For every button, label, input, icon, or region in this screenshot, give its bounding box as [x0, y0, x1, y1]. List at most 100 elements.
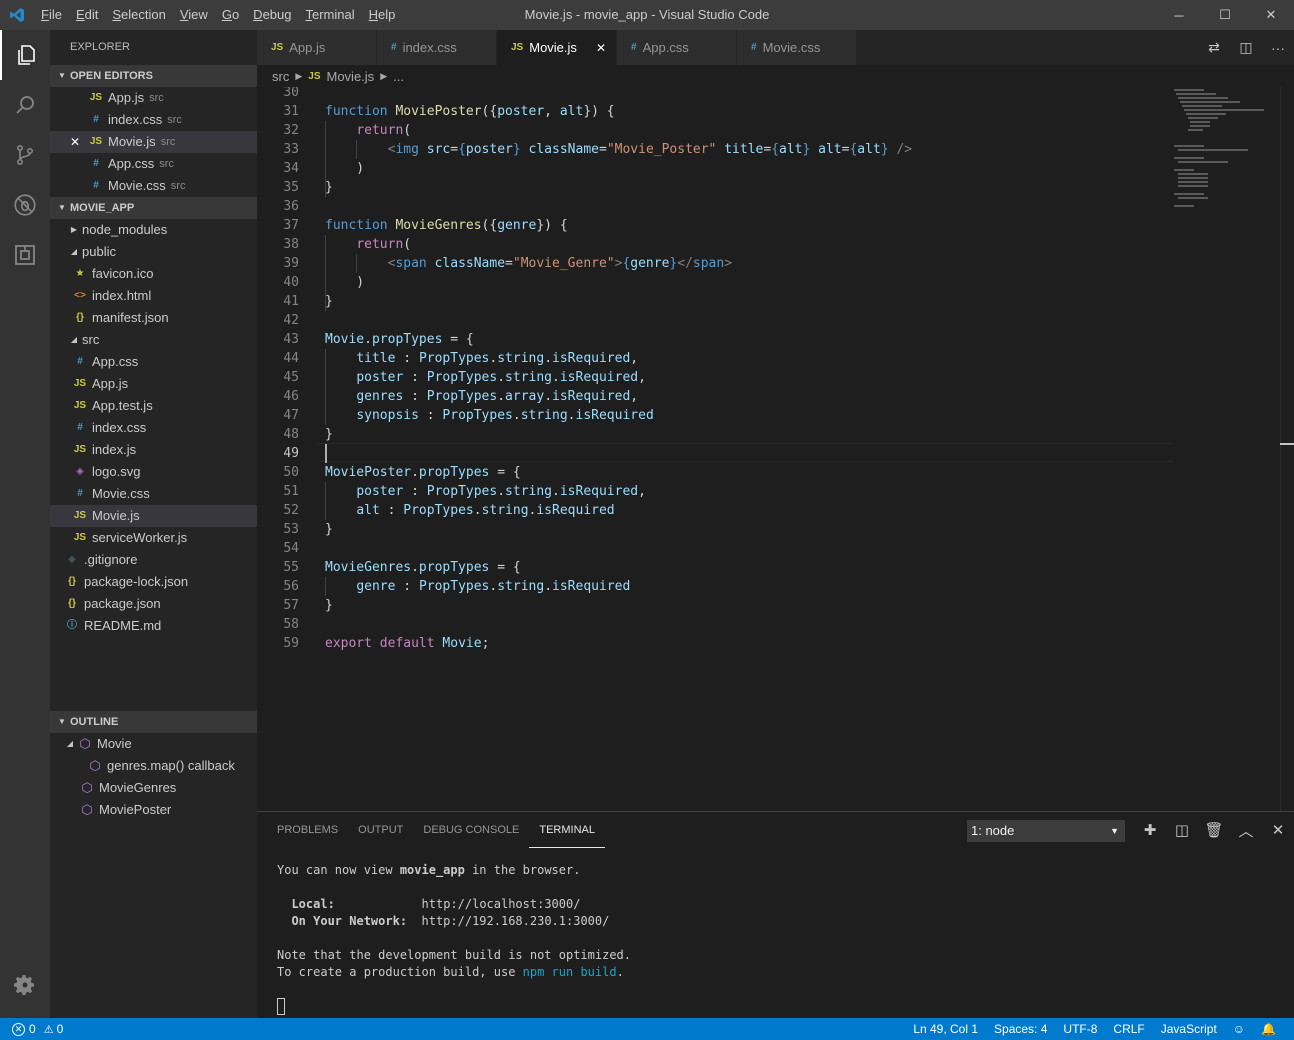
- feedback-icon[interactable]: ☺: [1225, 1018, 1253, 1040]
- line-number: 41: [283, 294, 299, 309]
- file-item[interactable]: {} package.json: [50, 593, 257, 615]
- tab-app-js[interactable]: JS App.js: [257, 30, 377, 65]
- code-editor[interactable]: 30 31 function MoviePoster({poster, alt})…: [257, 87, 1294, 811]
- file-item[interactable]: JS serviceWorker.js: [50, 527, 257, 549]
- file-item[interactable]: {} package-lock.json: [50, 571, 257, 593]
- css-file-icon: #: [93, 180, 99, 191]
- activity-bar: [0, 30, 50, 1018]
- code-line: 33 <img src={poster} className="Movie_Po…: [257, 140, 1177, 159]
- menu-go[interactable]: Go: [215, 0, 246, 30]
- code-line: 48}: [257, 425, 1177, 444]
- js-file-icon: JS: [73, 378, 87, 389]
- project-header[interactable]: ▼ MOVIE_APP: [50, 197, 257, 219]
- source-control-icon[interactable]: [0, 130, 50, 180]
- menu-view[interactable]: View: [173, 0, 215, 30]
- encoding[interactable]: UTF-8: [1055, 1018, 1105, 1040]
- file-item[interactable]: # index.css: [50, 417, 257, 439]
- outline-item[interactable]: ◢ ⬡ Movie: [50, 733, 257, 755]
- tab-terminal[interactable]: TERMINAL: [529, 812, 605, 848]
- minimap[interactable]: [1174, 87, 1274, 217]
- file-item[interactable]: JS App.js: [50, 373, 257, 395]
- tab-output[interactable]: OUTPUT: [348, 812, 413, 848]
- maximize-button[interactable]: ☐: [1202, 0, 1248, 30]
- menu-selection[interactable]: Selection: [105, 0, 172, 30]
- open-editor-item[interactable]: JS App.js src: [50, 87, 257, 109]
- tab-movie-js[interactable]: JS Movie.js ✕: [497, 30, 617, 65]
- outline-header[interactable]: ▼ OUTLINE: [50, 711, 257, 733]
- close-icon[interactable]: ✕: [70, 131, 88, 153]
- open-editors-header[interactable]: ▼ OPEN EDITORS: [50, 65, 257, 87]
- minimize-button[interactable]: ─: [1156, 0, 1202, 30]
- menu-help[interactable]: Help: [362, 0, 403, 30]
- code-line: 45 poster : PropTypes.string.isRequired,: [257, 368, 1177, 387]
- tab-movie-css[interactable]: # Movie.css: [737, 30, 857, 65]
- code-line: 47 synopsis : PropTypes.string.isRequire…: [257, 406, 1177, 425]
- close-window-button[interactable]: ✕: [1248, 0, 1294, 30]
- problems-status[interactable]: ✕ 0 ⚠ 0: [0, 1022, 63, 1036]
- extensions-icon[interactable]: [0, 230, 50, 280]
- file-item[interactable]: <> index.html: [50, 285, 257, 307]
- terminal-output[interactable]: You can now view movie_app in the browse…: [277, 862, 631, 981]
- split-editor-icon[interactable]: ◫: [1230, 39, 1262, 56]
- open-editor-item[interactable]: # index.css src: [50, 109, 257, 131]
- tab-app-css[interactable]: # App.css: [617, 30, 737, 65]
- css-file-icon: #: [751, 42, 757, 53]
- menu-edit[interactable]: Edit: [69, 0, 105, 30]
- html-file-icon: <>: [74, 290, 86, 301]
- tab-problems[interactable]: PROBLEMS: [267, 812, 348, 848]
- file-item[interactable]: JS index.js: [50, 439, 257, 461]
- file-item[interactable]: ◆ .gitignore: [50, 549, 257, 571]
- new-terminal-icon[interactable]: ✚: [1134, 821, 1166, 839]
- outline-item[interactable]: ⬡ MoviePoster: [50, 799, 257, 821]
- outline-item[interactable]: ⬡ MovieGenres: [50, 777, 257, 799]
- tab-debug-console[interactable]: DEBUG CONSOLE: [413, 812, 529, 848]
- bell-icon[interactable]: 🔔: [1253, 1018, 1284, 1040]
- file-item[interactable]: # App.css: [50, 351, 257, 373]
- file-item[interactable]: ★ favicon.ico: [50, 263, 257, 285]
- line-number: 48: [283, 427, 299, 442]
- file-item[interactable]: JS Movie.js: [50, 505, 257, 527]
- trash-icon[interactable]: 🗑: [1198, 821, 1230, 839]
- file-item[interactable]: ⓘ README.md: [50, 615, 257, 637]
- file-item[interactable]: # Movie.css: [50, 483, 257, 505]
- breadcrumb-file[interactable]: Movie.js: [327, 69, 375, 84]
- menu-debug[interactable]: Debug: [246, 0, 298, 30]
- open-editor-item[interactable]: ✕ JS Movie.js src: [50, 131, 257, 153]
- file-item[interactable]: JS App.test.js: [50, 395, 257, 417]
- menu-terminal[interactable]: Terminal: [298, 0, 361, 30]
- cursor-position[interactable]: Ln 49, Col 1: [905, 1018, 986, 1040]
- breadcrumb-more[interactable]: ...: [393, 69, 404, 84]
- menu-file[interactable]: File: [34, 0, 69, 30]
- open-editor-item[interactable]: # App.css src: [50, 153, 257, 175]
- end-of-line[interactable]: CRLF: [1105, 1018, 1152, 1040]
- open-editor-item[interactable]: # Movie.css src: [50, 175, 257, 197]
- more-actions-icon[interactable]: ···: [1262, 40, 1294, 56]
- terminal-select[interactable]: 1: node ▼: [967, 820, 1125, 842]
- file-item[interactable]: {} manifest.json: [50, 307, 257, 329]
- split-terminal-icon[interactable]: ◫: [1166, 821, 1198, 839]
- line-number: 55: [283, 560, 299, 575]
- folder-public[interactable]: ◢ public: [50, 241, 257, 263]
- vertical-scrollbar[interactable]: [1280, 87, 1294, 811]
- terminal-cursor: [277, 998, 285, 1015]
- file-item[interactable]: ◈ logo.svg: [50, 461, 257, 483]
- gear-icon[interactable]: [0, 960, 50, 1010]
- folder-node-modules[interactable]: ▶ node_modules: [50, 219, 257, 241]
- close-icon[interactable]: ✕: [596, 41, 606, 55]
- open-changes-icon[interactable]: ⇄: [1198, 39, 1230, 56]
- line-number: 44: [283, 351, 299, 366]
- breadcrumb-folder[interactable]: src: [272, 69, 289, 84]
- tab-index-css[interactable]: # index.css: [377, 30, 497, 65]
- debug-icon[interactable]: [0, 180, 50, 230]
- code-line: 42: [257, 311, 1177, 330]
- search-icon[interactable]: [0, 80, 50, 130]
- folder-src[interactable]: ◢ src: [50, 329, 257, 351]
- maximize-panel-icon[interactable]: ︿: [1230, 820, 1262, 841]
- language-mode[interactable]: JavaScript: [1153, 1018, 1225, 1040]
- close-panel-icon[interactable]: ✕: [1262, 821, 1294, 839]
- outline-item[interactable]: ⬡ genres.map() callback: [50, 755, 257, 777]
- js-file-icon: JS: [73, 510, 87, 521]
- explorer-icon[interactable]: [0, 30, 50, 80]
- indentation[interactable]: Spaces: 4: [986, 1018, 1055, 1040]
- code-line: 43 Movie.propTypes = {: [257, 330, 1177, 349]
